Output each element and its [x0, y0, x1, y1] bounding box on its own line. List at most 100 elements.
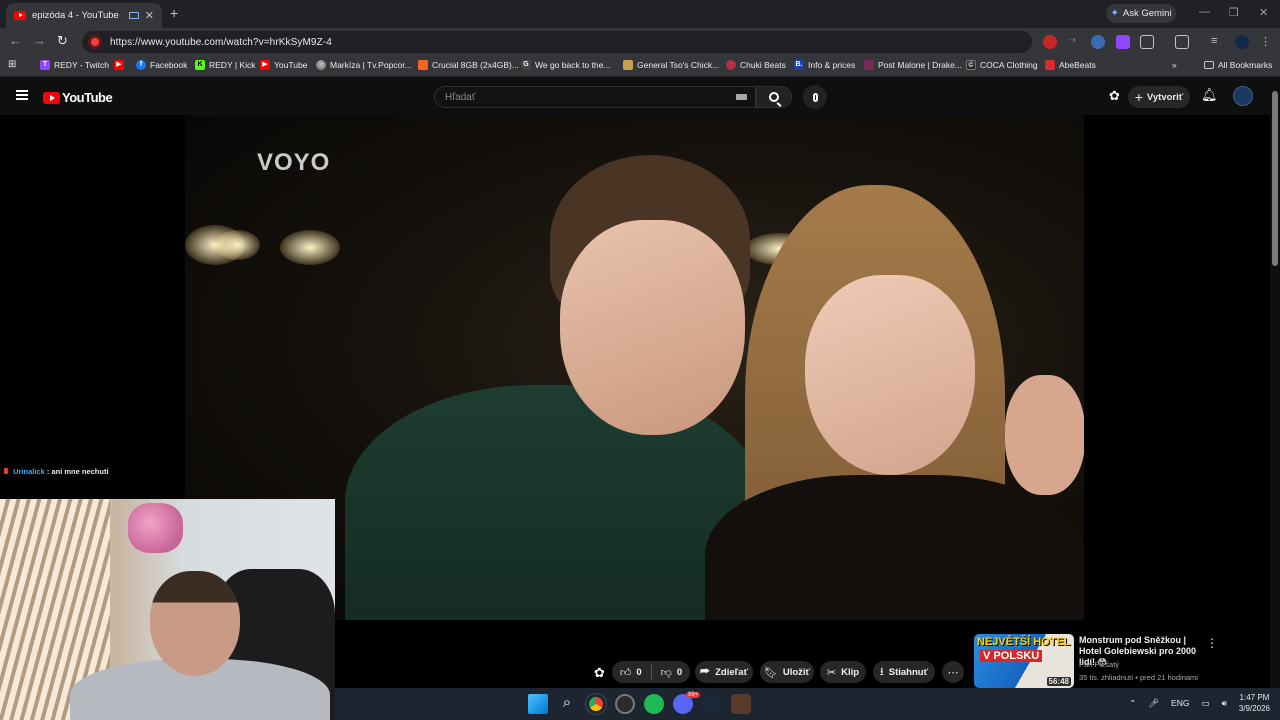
- markiza-icon: ◎: [316, 60, 326, 70]
- steam-taskbar-icon[interactable]: [702, 694, 722, 714]
- scrollbar-thumb[interactable]: [1272, 91, 1278, 266]
- clock[interactable]: 1:47 PM 3/9/2026: [1239, 692, 1270, 714]
- bookmark-item[interactable]: General Tso's Chick...: [623, 60, 719, 70]
- bookmark-label: We go back to the...: [535, 60, 611, 70]
- chrome-menu-icon[interactable]: ⋮: [1260, 35, 1274, 49]
- bookmark-item[interactable]: T REDY - Twitch: [40, 60, 109, 70]
- minimize-window-button[interactable]: —: [1199, 6, 1210, 18]
- bookmark-item[interactable]: G We go back to the...: [521, 60, 610, 70]
- site-info-icon[interactable]: [88, 35, 102, 49]
- ask-gemini-label: Ask Gemini: [1122, 8, 1172, 19]
- clock-date: 3/9/2026: [1238, 704, 1270, 713]
- recommendation-meta: 35 tis. zhliadnutí • pred 21 hodinami: [1079, 673, 1198, 682]
- search-input[interactable]: Hľadať: [445, 92, 476, 103]
- bookmark-item[interactable]: ▶ YouTube: [260, 60, 307, 70]
- search-box[interactable]: Hľadať: [434, 86, 756, 108]
- close-window-button[interactable]: ✕: [1259, 6, 1268, 19]
- recipe-icon: [623, 60, 633, 70]
- spotify-taskbar-icon[interactable]: [644, 694, 664, 714]
- bookmark-label: AbeBeats: [1059, 60, 1096, 70]
- kick-icon: K: [195, 60, 205, 70]
- extension-icon[interactable]: ✿: [594, 665, 605, 681]
- cast-icon[interactable]: [1175, 35, 1189, 49]
- like-count[interactable]: 0: [636, 667, 641, 678]
- background-lamp: [280, 230, 340, 265]
- post-malone-icon: [864, 60, 874, 70]
- menu-hamburger-icon[interactable]: [16, 90, 28, 100]
- language-indicator[interactable]: ENG: [1171, 698, 1189, 708]
- obs-taskbar-icon[interactable]: [615, 694, 635, 714]
- clip-button[interactable]: ✂ Klip: [820, 661, 866, 683]
- recommendation-thumbnail[interactable]: NEJVĚTŠÍ HOTEL V POLSKU 56:48: [974, 634, 1074, 688]
- thumbs-up-icon[interactable]: 👍︎: [620, 666, 632, 679]
- bookmark-item[interactable]: Chuki Beats: [726, 60, 786, 70]
- back-button[interactable]: ←: [9, 33, 22, 48]
- profile-avatar[interactable]: [1235, 35, 1249, 49]
- extensions-puzzle-icon[interactable]: [1140, 35, 1154, 49]
- extension-icon-arrow[interactable]: ⇢: [1068, 35, 1082, 49]
- bookmark-item[interactable]: AbeBeats: [1045, 60, 1096, 70]
- bookmark-item[interactable]: © COCA Clothing: [966, 60, 1038, 70]
- network-icon[interactable]: ▭: [1201, 698, 1209, 709]
- bookmark-item[interactable]: f Facebook: [136, 60, 187, 70]
- volume-icon[interactable]: 🔊︎: [1222, 698, 1227, 709]
- bookmark-item[interactable]: ▶: [114, 60, 124, 70]
- account-avatar[interactable]: [1233, 86, 1253, 106]
- ask-gemini-button[interactable]: ✦ Ask Gemini: [1106, 4, 1176, 23]
- genius-icon: G: [521, 60, 531, 70]
- bookmark-item[interactable]: Crucial 8GB (2x4GB)...: [418, 60, 519, 70]
- facebook-icon: f: [136, 60, 146, 70]
- more-actions-button[interactable]: ⋯: [942, 661, 964, 683]
- extension-puzzle-icon[interactable]: ✿: [1109, 88, 1120, 104]
- thumbs-down-icon[interactable]: 👎︎: [661, 666, 672, 679]
- extension-icon-red[interactable]: [1043, 35, 1057, 49]
- create-button[interactable]: + Vytvoriť: [1128, 86, 1190, 108]
- chrome-taskbar-icon[interactable]: [585, 693, 607, 715]
- system-tray: ⌃ 🎤︎ ENG ▭ 🔊︎ 1:47 PM 3/9/2026: [1129, 692, 1270, 714]
- tab-close-icon[interactable]: ✕: [145, 9, 154, 22]
- search-button[interactable]: [756, 86, 792, 108]
- reading-list-icon[interactable]: ≡: [1211, 35, 1225, 49]
- stream-chat-message: Urinalick : ani mne nechutí: [4, 467, 109, 476]
- notifications-bell-icon[interactable]: 🔔︎: [1201, 87, 1218, 103]
- apps-grid-icon[interactable]: ⊞: [8, 59, 16, 70]
- new-tab-button[interactable]: +: [170, 5, 178, 21]
- keyboard-icon[interactable]: [736, 94, 747, 100]
- forward-button[interactable]: →: [33, 33, 46, 48]
- maximize-window-button[interactable]: ❐: [1229, 6, 1239, 19]
- taskbar-search-icon[interactable]: ⌕: [557, 694, 577, 714]
- bookmark-label: Facebook: [150, 60, 188, 70]
- reload-button[interactable]: ↻: [57, 33, 68, 49]
- thumbnail-text: NEJVĚTŠÍ HOTEL: [977, 636, 1071, 648]
- bookmark-label: General Tso's Chick...: [637, 60, 720, 70]
- crucial-icon: [418, 60, 428, 70]
- download-button[interactable]: ⭳ Stiahnuť: [873, 661, 935, 683]
- page-scrollbar[interactable]: [1270, 77, 1280, 688]
- youtube-masthead: YouTube Hľadať ✿ + Vytvoriť 🔔︎: [0, 77, 1280, 115]
- recommendation-channel[interactable]: Pan Plešatý: [1079, 660, 1119, 669]
- save-button[interactable]: 🔖︎ Uložiť: [760, 661, 814, 683]
- all-bookmarks-folder[interactable]: All Bookmarks: [1204, 60, 1272, 70]
- bookmark-item[interactable]: ◎ Markíza | Tv.Popcor...: [316, 60, 412, 70]
- youtube-logo[interactable]: YouTube: [43, 90, 113, 105]
- browser-tab-active[interactable]: epizóda 4 - YouTube ✕: [6, 3, 162, 28]
- bookmark-item[interactable]: Post Malone | Drake...: [864, 60, 962, 70]
- address-bar[interactable]: https://www.youtube.com/watch?v=hrKkSyM9…: [82, 31, 1032, 53]
- voice-search-button[interactable]: [803, 85, 827, 109]
- bookmark-item[interactable]: B. Info & prices: [794, 60, 855, 70]
- more-bookmarks-chevron-icon[interactable]: »: [1172, 60, 1177, 70]
- recommendation-menu-icon[interactable]: ⋮: [1206, 636, 1218, 650]
- microphone-tray-icon[interactable]: 🎤︎: [1148, 698, 1159, 709]
- webcam-streamer: [150, 571, 240, 676]
- video-figure: [560, 220, 745, 435]
- tray-chevron-icon[interactable]: ⌃: [1129, 698, 1136, 709]
- url-text: https://www.youtube.com/watch?v=hrKkSyM9…: [110, 36, 332, 48]
- dislike-count[interactable]: 0: [677, 667, 682, 678]
- bookmark-item[interactable]: K REDY | Kick: [195, 60, 255, 70]
- extension-icon-badge[interactable]: [1091, 35, 1105, 49]
- share-button[interactable]: ⮫ Zdieľať: [695, 661, 753, 683]
- extension-icon-twitch[interactable]: [1116, 35, 1130, 49]
- bookmark-label: REDY | Kick: [209, 60, 256, 70]
- game-taskbar-icon[interactable]: [731, 694, 751, 714]
- windows-start-icon[interactable]: [528, 694, 548, 714]
